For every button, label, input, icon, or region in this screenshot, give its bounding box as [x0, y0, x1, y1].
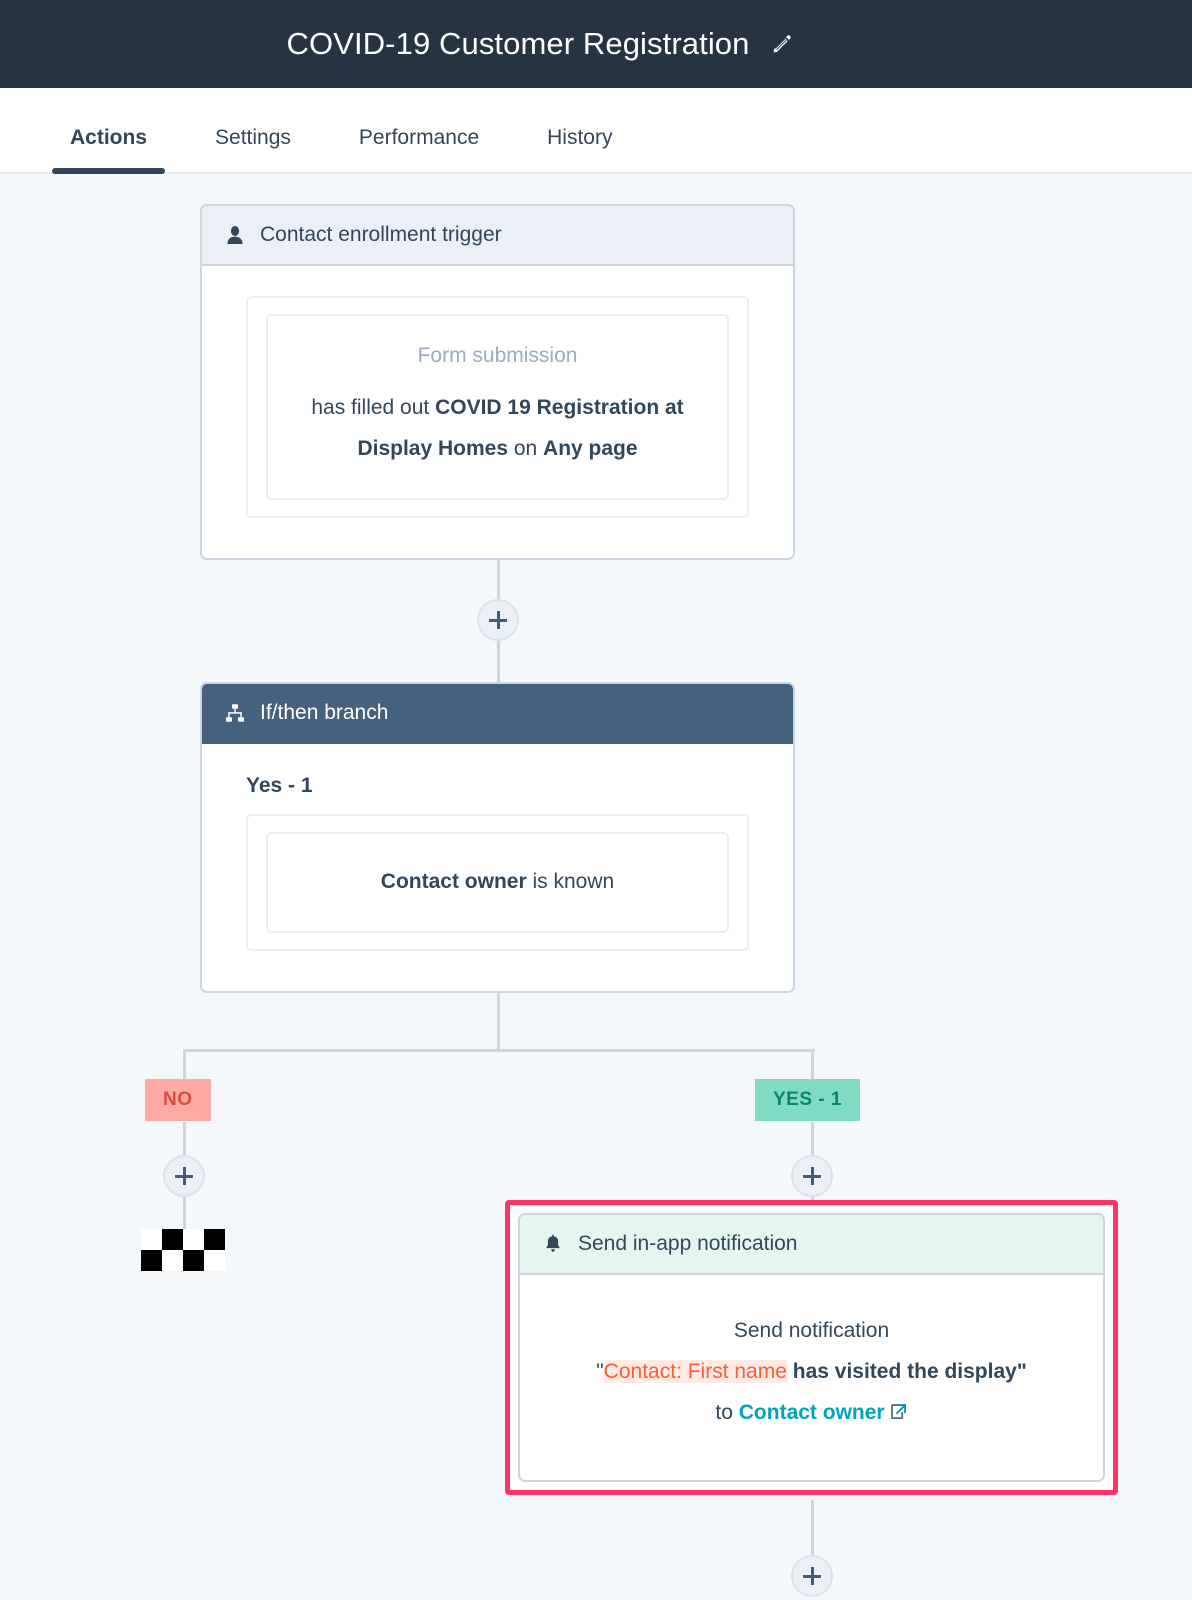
personalization-token[interactable]: Contact: First name	[603, 1359, 787, 1383]
tab-actions-label: Actions	[70, 126, 148, 149]
branch-condition-statement: Contact owner is known	[290, 862, 705, 903]
tab-actions[interactable]: Actions	[52, 126, 166, 174]
branch-name-label: Yes - 1	[246, 774, 313, 797]
notification-message-rest: has visited the display	[786, 1359, 1017, 1383]
add-action-yes-branch[interactable]	[791, 1155, 833, 1197]
tab-performance[interactable]: Performance	[359, 126, 479, 172]
notification-card-header: Send in-app notification	[520, 1215, 1103, 1275]
trigger-card-body: Form submission has filled out COVID 19 …	[202, 266, 793, 558]
branch-card-header: If/then branch	[202, 684, 793, 744]
trigger-filter-type: Form submission	[417, 344, 578, 367]
add-action-no-branch[interactable]	[163, 1155, 205, 1197]
bell-icon	[542, 1233, 564, 1255]
branch-condition-operator: is known	[526, 870, 615, 893]
branch-outcome-no[interactable]: NO	[145, 1079, 211, 1121]
workflow-canvas: Contact enrollment trigger Form submissi…	[0, 174, 1192, 1600]
quote-close: "	[1016, 1359, 1027, 1383]
send-in-app-notification-card[interactable]: Send in-app notification Send notificati…	[518, 1213, 1105, 1482]
trigger-filter[interactable]: Form submission has filled out COVID 19 …	[266, 314, 729, 500]
notification-recipient-line: to Contact owner	[550, 1393, 1073, 1436]
quote-open: "	[596, 1359, 604, 1383]
notification-recipient-link[interactable]: Contact owner	[739, 1401, 885, 1424]
trigger-statement-prefix: has filled out	[311, 396, 436, 419]
contact-enrollment-trigger-card[interactable]: Contact enrollment trigger Form submissi…	[200, 204, 795, 560]
tab-history-label: History	[547, 126, 613, 149]
notification-card-title: Send in-app notification	[578, 1232, 798, 1255]
checkered-flag-icon	[141, 1229, 225, 1271]
page-title: COVID-19 Customer Registration	[286, 26, 750, 61]
branch-condition-property: Contact owner	[380, 870, 527, 893]
tab-settings-label: Settings	[215, 126, 291, 149]
branch-icon	[224, 702, 246, 724]
if-then-branch-card[interactable]: If/then branch Yes - 1 Contact owner is …	[200, 682, 795, 993]
pencil-icon[interactable]	[770, 32, 794, 56]
send-notification-card-highlight: Send in-app notification Send notificati…	[505, 1200, 1118, 1495]
branch-card-body: Yes - 1 Contact owner is known	[202, 744, 793, 991]
branch-outcome-yes-label: YES - 1	[773, 1089, 842, 1110]
trigger-filter-statement: has filled out COVID 19 Registration at …	[290, 388, 705, 470]
branch-outcome-no-label: NO	[163, 1089, 193, 1110]
branch-card-title: If/then branch	[260, 701, 389, 724]
branch-condition[interactable]: Contact owner is known	[266, 832, 729, 933]
notification-message-line: "Contact: First name has visited the dis…	[550, 1352, 1073, 1393]
trigger-card-title: Contact enrollment trigger	[260, 223, 502, 246]
trigger-page-scope: Any page	[543, 436, 638, 460]
connector-notification-to-plus	[811, 1500, 814, 1558]
notification-line-send: Send notification	[733, 1319, 890, 1342]
tab-performance-label: Performance	[358, 126, 480, 149]
notification-card-body: Send notification "Contact: First name h…	[520, 1275, 1103, 1480]
tab-settings[interactable]: Settings	[215, 126, 291, 172]
branch-outcome-yes[interactable]: YES - 1	[755, 1079, 860, 1121]
recipient-prefix: to	[715, 1400, 739, 1424]
external-link-icon[interactable]	[889, 1395, 908, 1436]
add-action-after-notification[interactable]	[791, 1555, 833, 1597]
connector-branch-to-split	[497, 989, 500, 1051]
add-action-after-trigger[interactable]	[477, 599, 519, 641]
connector-split-horizontal	[183, 1049, 815, 1052]
trigger-filter-group: Form submission has filled out COVID 19 …	[246, 296, 749, 518]
trigger-card-header: Contact enrollment trigger	[202, 206, 793, 266]
branch-condition-group: Contact owner is known	[246, 814, 749, 951]
trigger-statement-middle: on	[508, 436, 544, 460]
workflow-tabs: Actions Settings Performance History	[0, 88, 1192, 174]
tab-history[interactable]: History	[547, 126, 612, 172]
workflow-header-bar: COVID-19 Customer Registration	[0, 0, 1192, 88]
contact-person-icon	[224, 224, 246, 246]
